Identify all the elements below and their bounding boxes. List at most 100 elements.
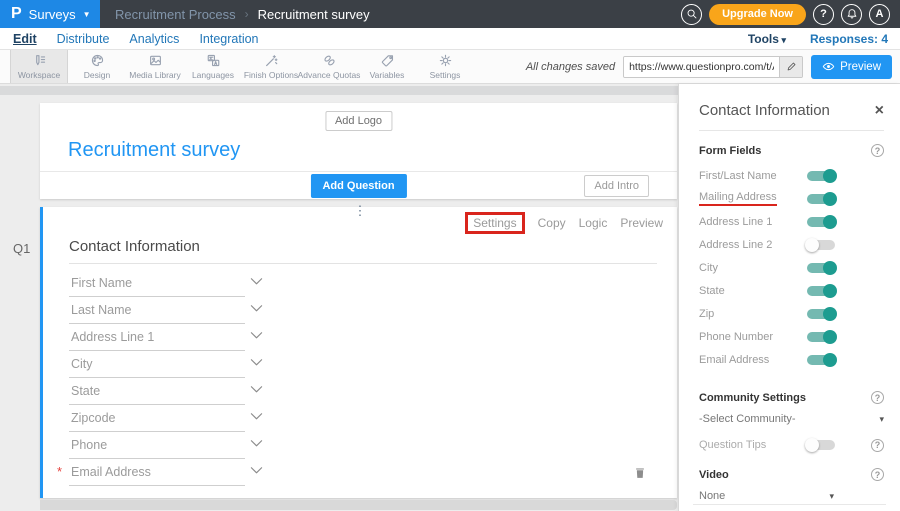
toolbar-item-workspace[interactable]: Workspace [10,50,68,83]
breadcrumb-current: Recruitment survey [258,7,370,22]
variables-icon [380,53,395,68]
help-icon[interactable] [871,439,884,452]
add-question-button[interactable]: Add Question [310,174,406,198]
help-icon[interactable] [871,391,884,404]
chevron-down-icon[interactable] [250,273,263,291]
toggle-switch[interactable] [807,332,835,342]
form-field-state[interactable]: State [69,378,245,405]
required-asterisk [57,465,62,478]
help-button[interactable]: ? [813,4,834,25]
toolbar-item-languages[interactable]: Languages [184,50,242,83]
video-select[interactable]: None [699,490,834,502]
caret-down-icon [879,414,884,425]
toolbar-item-media-library[interactable]: Media Library [126,50,184,83]
chevron-down-icon[interactable] [250,408,263,426]
toggle-switch[interactable] [807,171,835,181]
horizontal-scrollbar-top[interactable] [0,86,678,95]
survey-canvas: Add Logo Recruitment survey Add Question… [0,84,678,511]
question-divider [69,263,657,264]
delete-question-button[interactable] [633,465,647,486]
close-icon[interactable] [875,103,884,119]
toggle-row-email-address: Email Address [699,348,884,371]
question-settings-panel: Contact Information Form Fields First/La… [678,84,900,511]
languages-icon [206,53,221,68]
toolbar-item-design[interactable]: Design [68,50,126,83]
tools-menu[interactable]: Tools [748,32,786,46]
question-card: Settings Copy Logic Preview Contact Informa… [40,207,677,498]
form-field-first-name[interactable]: First Name [69,270,245,297]
toggle-row-zip: Zip [699,302,884,325]
toolbar-item-variables[interactable]: Variables [358,50,416,83]
survey-url-input[interactable] [624,57,779,77]
toggle-switch[interactable] [807,286,835,296]
toggle-row-address-line-2: Address Line 2 [699,233,884,256]
kebab-menu-icon[interactable] [43,207,677,214]
preview-button[interactable]: Preview [811,55,892,79]
toggle-switch[interactable] [807,263,835,273]
toggle-row-address-line-1: Address Line 1 [699,210,884,233]
search-button[interactable] [681,4,702,25]
toolbar-item-finish-options[interactable]: Finish Options [242,50,300,83]
chevron-down-icon[interactable] [250,327,263,345]
form-field-email-address[interactable]: Email Address [69,459,245,486]
form-field-address-line-1[interactable]: Address Line 1 [69,324,245,351]
form-field-city[interactable]: City [69,351,245,378]
breadcrumb-parent-link[interactable]: Recruitment Process [115,7,236,22]
toggle-row-mailing-address: Mailing Address [699,187,884,210]
pencil-icon [786,61,797,72]
add-logo-button[interactable]: Add Logo [325,111,392,131]
form-field-phone[interactable]: Phone [69,432,245,459]
question-title[interactable]: Contact Information [69,238,200,255]
panel-divider [699,130,884,131]
tab-analytics[interactable]: Analytics [129,32,179,46]
help-icon[interactable] [871,468,884,481]
subnav-tabs: Edit Distribute Analytics Integration [13,32,259,46]
form-field-zipcode[interactable]: Zipcode [69,405,245,432]
toggle-switch[interactable] [807,309,835,319]
community-select[interactable]: -Select Community- [699,413,884,425]
tab-distribute[interactable]: Distribute [57,32,110,46]
survey-header-card: Add Logo Recruitment survey Add Question… [40,103,677,199]
trash-icon [633,465,647,481]
toggle-switch[interactable] [807,217,835,227]
chevron-down-icon[interactable] [250,300,263,318]
toggle-switch[interactable] [807,355,835,365]
design-icon [90,53,105,68]
survey-title[interactable]: Recruitment survey [68,139,240,162]
breadcrumb: Recruitment Process › Recruitment survey [115,7,370,22]
chevron-down-icon[interactable] [250,435,263,453]
chevron-down-icon[interactable] [250,354,263,372]
notifications-button[interactable] [841,4,862,25]
question-action-copy[interactable]: Copy [538,216,566,230]
avatar[interactable]: A [869,4,890,25]
toolbar-item-advance-quotas[interactable]: Advance Quotas [300,50,358,83]
tab-edit[interactable]: Edit [13,32,37,46]
surveys-product-menu[interactable]: P Surveys ▼ [0,0,100,28]
help-icon[interactable] [871,144,884,157]
edit-url-button[interactable] [779,57,802,77]
question-actions: SettingsCopyLogicPreview [465,216,663,230]
save-status: All changes saved [526,61,615,73]
chevron-down-icon[interactable] [250,462,263,480]
form-field-last-name[interactable]: Last Name [69,297,245,324]
form-field-toggles: First/Last Name Mailing Address Address … [699,164,884,371]
toolbar-item-settings[interactable]: Settings [416,50,474,83]
toggle-row-city: City [699,256,884,279]
responses-count-link[interactable]: Responses: 4 [810,32,888,46]
top-header: P Surveys ▼ Recruitment Process › Recrui… [0,0,900,28]
question-action-preview[interactable]: Preview [620,216,663,230]
question-action-logic[interactable]: Logic [579,216,608,230]
edit-toolbar: Workspace Design Media Library Languages… [0,50,900,84]
toggle-switch[interactable] [807,194,835,204]
chevron-down-icon[interactable] [250,381,263,399]
question-action-settings[interactable]: Settings [465,212,524,234]
horizontal-scrollbar-bottom[interactable] [40,500,677,510]
community-settings-heading: Community Settings [699,392,806,404]
add-intro-button[interactable]: Add Intro [584,175,649,197]
toggle-row-state: State [699,279,884,302]
eye-icon [822,60,835,73]
tab-integration[interactable]: Integration [199,32,258,46]
upgrade-now-button[interactable]: Upgrade Now [709,4,806,25]
question-tips-toggle[interactable] [807,440,835,450]
toggle-switch[interactable] [807,240,835,250]
